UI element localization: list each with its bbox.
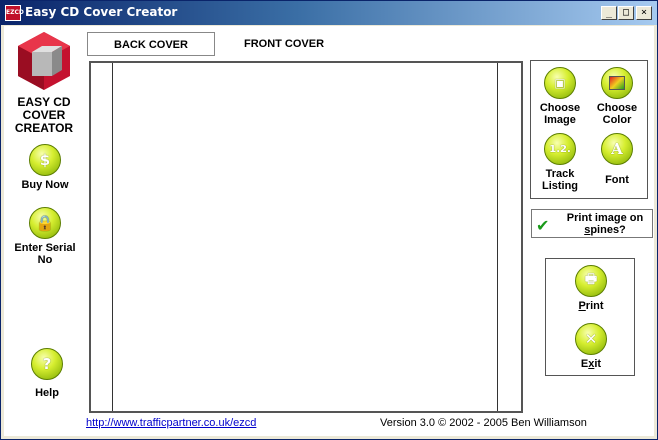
website-link[interactable]: http://www.trafficpartner.co.uk/ezcd xyxy=(86,417,256,429)
track-listing-label: Track Listing xyxy=(532,168,588,192)
color-palette-icon xyxy=(601,67,633,99)
close-x-icon: ✕ xyxy=(575,323,607,355)
track-listing-line-1: Track xyxy=(545,168,575,180)
choose-image-button[interactable]: ▣ Choose Image xyxy=(532,67,588,126)
version-text: Version 3.0 © 2002 - 2005 Ben Williamson xyxy=(380,417,587,429)
track-listing-button[interactable]: 1.2. Track Listing xyxy=(532,133,588,192)
exit-rest: it xyxy=(594,358,602,370)
left-spine-line xyxy=(112,63,113,411)
cover-preview-canvas[interactable] xyxy=(89,61,523,413)
print-on-spines-line-2: spines? xyxy=(558,224,652,236)
buy-now-button[interactable]: $ Buy Now xyxy=(5,144,85,191)
print-button[interactable]: 🖶 Print xyxy=(563,265,619,312)
app-window: EZCD Easy CD Cover Creator _ □ × EASY CD… xyxy=(0,0,658,440)
right-spine-line xyxy=(497,63,498,411)
font-button[interactable]: A Font xyxy=(589,133,645,186)
print-rest: rint xyxy=(585,300,604,312)
title-bar[interactable]: EZCD Easy CD Cover Creator _ □ × xyxy=(1,1,657,25)
choose-color-label: Choose Color xyxy=(589,102,645,126)
choose-color-line-2: Color xyxy=(602,114,632,126)
enter-serial-label: Enter Serial No xyxy=(5,242,85,266)
window-title: Easy CD Cover Creator xyxy=(25,5,178,19)
app-logo-icon[interactable]: EZCD xyxy=(5,5,24,21)
numbered-list-icon: 1.2. xyxy=(544,133,576,165)
exit-label: Exit xyxy=(563,358,619,370)
enter-serial-line-2: No xyxy=(37,254,53,266)
logo-text-line-3: CREATOR xyxy=(14,121,74,135)
design-tools-panel: ▣ Choose Image Choose Color 1.2. Track L… xyxy=(530,60,648,199)
image-icon: ▣ xyxy=(544,67,576,99)
choose-image-line-2: Image xyxy=(544,114,576,126)
buy-now-label: Buy Now xyxy=(21,179,69,191)
choose-color-line-1: Choose xyxy=(596,102,638,114)
spines-rest: pines? xyxy=(590,224,626,236)
main-content: EASY CD COVER CREATOR $ Buy Now 🔒 Enter … xyxy=(4,26,654,436)
print-mnemonic: P xyxy=(578,300,586,312)
print-on-spines-label: Print image on spines? xyxy=(558,212,652,236)
font-icon: A xyxy=(601,133,633,165)
printer-icon: 🖶 xyxy=(575,265,607,297)
track-listing-line-2: Listing xyxy=(541,180,579,192)
exit-button[interactable]: ✕ Exit xyxy=(563,323,619,370)
choose-color-button[interactable]: Choose Color xyxy=(589,67,645,126)
checkmark-icon: ✔ xyxy=(536,216,550,235)
maximize-button[interactable]: □ xyxy=(618,6,634,20)
enter-serial-line-1: Enter Serial xyxy=(14,242,76,254)
choose-image-label: Choose Image xyxy=(532,102,588,126)
close-button[interactable]: × xyxy=(636,6,652,20)
cube-logo-icon xyxy=(18,32,70,90)
print-label: Print xyxy=(563,300,619,312)
tab-back-cover[interactable]: BACK COVER xyxy=(87,32,215,56)
app-name-logo: EASY CD COVER CREATOR xyxy=(8,96,80,135)
choose-image-line-1: Choose xyxy=(539,102,581,114)
tab-front-cover[interactable]: FRONT COVER xyxy=(224,32,344,56)
help-label: Help xyxy=(35,387,59,399)
print-on-spines-line-1: Print image on xyxy=(566,212,644,224)
dollar-icon: $ xyxy=(29,144,61,176)
question-icon: ? xyxy=(31,348,63,380)
lock-icon: 🔒 xyxy=(29,207,61,239)
print-exit-panel: 🖶 Print ✕ Exit xyxy=(545,258,635,376)
print-on-spines-checkbox[interactable]: ✔ Print image on spines? xyxy=(531,209,653,238)
font-label: Font xyxy=(605,174,629,186)
minimize-button[interactable]: _ xyxy=(601,6,617,20)
help-button[interactable]: ? Help xyxy=(7,348,87,399)
enter-serial-button[interactable]: 🔒 Enter Serial No xyxy=(5,207,85,266)
